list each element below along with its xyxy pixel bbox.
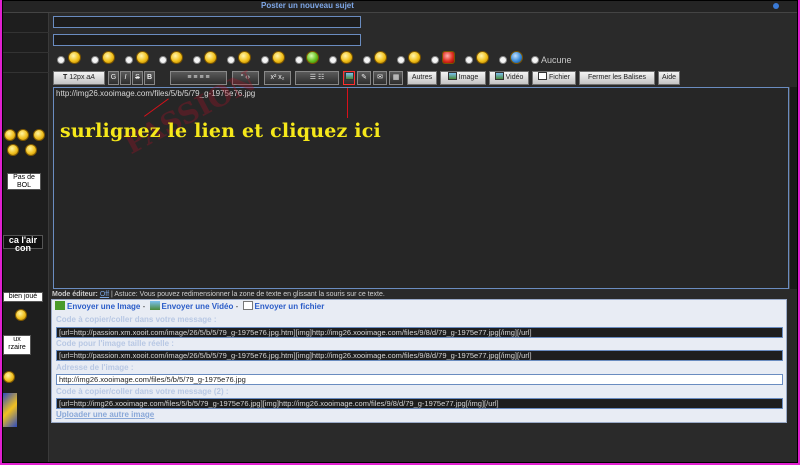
- topic-icon-radio[interactable]: [261, 56, 269, 64]
- topic-smiley-icon[interactable]: [374, 51, 387, 64]
- close-tags-button[interactable]: Fermer les Balises: [579, 71, 655, 85]
- bold-button[interactable]: G: [108, 71, 119, 85]
- file-button[interactable]: Fichier: [532, 71, 576, 85]
- embed-button[interactable]: ▦: [389, 71, 403, 85]
- sidebar-image[interactable]: [3, 393, 17, 427]
- code-copy2-field[interactable]: [url=http://img26.xooimage.com/files/5/b…: [56, 398, 783, 409]
- topic-icon-row: Aucune: [53, 51, 613, 67]
- header-bar: Poster un nouveau sujet: [3, 1, 797, 13]
- page-title: Poster un nouveau sujet: [261, 1, 354, 10]
- topic-icon-radio[interactable]: [295, 56, 303, 64]
- editor-toolbar: T 12px aA G I S B ≡ ≡ ≡ ≡ “ ‹› x² x₂ ☰ ☷…: [53, 71, 693, 85]
- smiley-icon[interactable]: [15, 309, 27, 321]
- description-input[interactable]: [53, 34, 361, 46]
- send-file-link[interactable]: Envoyer un fichier: [255, 302, 325, 311]
- topic-smiley-icon[interactable]: [510, 51, 523, 64]
- topic-icon-radio[interactable]: [91, 56, 99, 64]
- subject-input[interactable]: [53, 16, 361, 28]
- upload-panel: Envoyer une Image - Envoyer une Vidéo - …: [51, 299, 787, 423]
- editor-note: Mode éditeur: Off | Astuce: Vous pouvez …: [52, 291, 385, 298]
- file-icon: [242, 301, 253, 310]
- topic-smiley-icon[interactable]: [408, 51, 421, 64]
- video-button[interactable]: Vidéo: [489, 71, 529, 85]
- topic-icon-radio[interactable]: [193, 56, 201, 64]
- email-icon: ✉: [377, 74, 383, 81]
- smiley-icon[interactable]: [4, 129, 16, 141]
- topic-icon-none-radio[interactable]: [531, 56, 539, 64]
- message-textarea[interactable]: http://img26.xooimage.com/files/5/b/5/79…: [53, 64, 789, 289]
- bold-b-button[interactable]: B: [144, 71, 155, 85]
- topic-smiley-icon[interactable]: [442, 51, 455, 64]
- mode-toggle-link[interactable]: Off: [100, 291, 109, 298]
- link-icon: ✎: [361, 74, 367, 81]
- topic-smiley-icon[interactable]: [476, 51, 489, 64]
- topic-smiley-icon[interactable]: [136, 51, 149, 64]
- address-label: Adresse de l'image :: [56, 363, 134, 372]
- topic-icon-radio[interactable]: [431, 56, 439, 64]
- topic-icon-radio[interactable]: [159, 56, 167, 64]
- font-size-select[interactable]: T 12px aA: [53, 71, 105, 85]
- video-icon: [494, 72, 504, 80]
- topic-smiley-icon[interactable]: [272, 51, 285, 64]
- bubble-pas-de-bol[interactable]: Pas de BOL: [7, 173, 41, 190]
- file-icon: [537, 72, 547, 80]
- image-upload-icon: [344, 72, 354, 80]
- topic-icon-radio[interactable]: [499, 56, 507, 64]
- code-copy2-label: Code à copier/coller dans votre message …: [56, 387, 229, 396]
- topic-smiley-icon[interactable]: [170, 51, 183, 64]
- italic-button[interactable]: I: [120, 71, 131, 85]
- sidebar-smileys: Pas de BOL ca l'air con bien joué ux rzai…: [3, 13, 49, 462]
- email-button[interactable]: ✉: [373, 71, 387, 85]
- topic-icon-radio[interactable]: [57, 56, 65, 64]
- help-button[interactable]: Aide: [658, 71, 680, 85]
- topic-icon-radio[interactable]: [227, 56, 235, 64]
- send-image-link[interactable]: Envoyer une Image: [67, 302, 140, 311]
- annotation-text: surlignez le lien et cliquez ici: [60, 120, 381, 142]
- list-group[interactable]: ☰ ☷: [295, 71, 339, 85]
- code-copy-field[interactable]: [url=http://passion.xm.xooit.com/image/2…: [56, 327, 783, 338]
- topic-icon-radio[interactable]: [363, 56, 371, 64]
- link-button[interactable]: ✎: [357, 71, 371, 85]
- scrollbar[interactable]: [789, 87, 797, 289]
- address-field[interactable]: http://img26.xooimage.com/files/5/b/5/79…: [56, 374, 783, 385]
- code-real-label: Code pour l'image taille réelle :: [56, 339, 174, 348]
- topic-smiley-icon[interactable]: [68, 51, 81, 64]
- topic-smiley-icon[interactable]: [102, 51, 115, 64]
- video-icon: [149, 301, 160, 310]
- topic-smiley-icon[interactable]: [238, 51, 251, 64]
- post-window: Poster un nouveau sujet Pas de BOL ca l'…: [2, 0, 798, 463]
- smiley-icon[interactable]: [33, 129, 45, 141]
- smiley-icon[interactable]: [17, 129, 29, 141]
- bubble-partial[interactable]: ux rzaire: [3, 335, 31, 355]
- send-video-link[interactable]: Envoyer une Vidéo: [162, 302, 234, 311]
- status-dot-icon: [773, 3, 779, 9]
- smiley-icon[interactable]: [25, 144, 37, 156]
- sub-sup-group[interactable]: x² x₂: [264, 71, 291, 85]
- topic-smiley-icon[interactable]: [204, 51, 217, 64]
- arrow-to-button-icon: [347, 88, 348, 118]
- topic-smiley-icon[interactable]: [340, 51, 353, 64]
- topic-icon-radio[interactable]: [465, 56, 473, 64]
- code-copy-label: Code à copier/coller dans votre message …: [56, 315, 217, 324]
- image-icon: [447, 72, 457, 80]
- strike-button[interactable]: S: [132, 71, 143, 85]
- code-real-field[interactable]: [url=http://passion.xm.xooit.com/image/2…: [56, 350, 783, 361]
- bubble-bien-joue[interactable]: bien joué: [3, 292, 43, 302]
- image-upload-button[interactable]: [343, 71, 355, 85]
- upload-links: Envoyer une Image - Envoyer une Vidéo - …: [53, 301, 324, 311]
- bubble-air-con[interactable]: ca l'air con: [3, 235, 43, 253]
- topic-icon-radio[interactable]: [329, 56, 337, 64]
- image-button[interactable]: Image: [440, 71, 486, 85]
- smiley-icon[interactable]: [7, 144, 19, 156]
- topic-icon-radio[interactable]: [125, 56, 133, 64]
- topic-smiley-icon[interactable]: [306, 51, 319, 64]
- topic-icon-none-label: Aucune: [541, 55, 572, 65]
- topic-icon-radio[interactable]: [397, 56, 405, 64]
- embed-icon: ▦: [392, 74, 400, 81]
- other-image-link[interactable]: Uploader une autre image: [56, 410, 154, 419]
- image-icon: [55, 301, 65, 310]
- smiley-icon[interactable]: [3, 371, 15, 383]
- other-button[interactable]: Autres: [407, 71, 437, 85]
